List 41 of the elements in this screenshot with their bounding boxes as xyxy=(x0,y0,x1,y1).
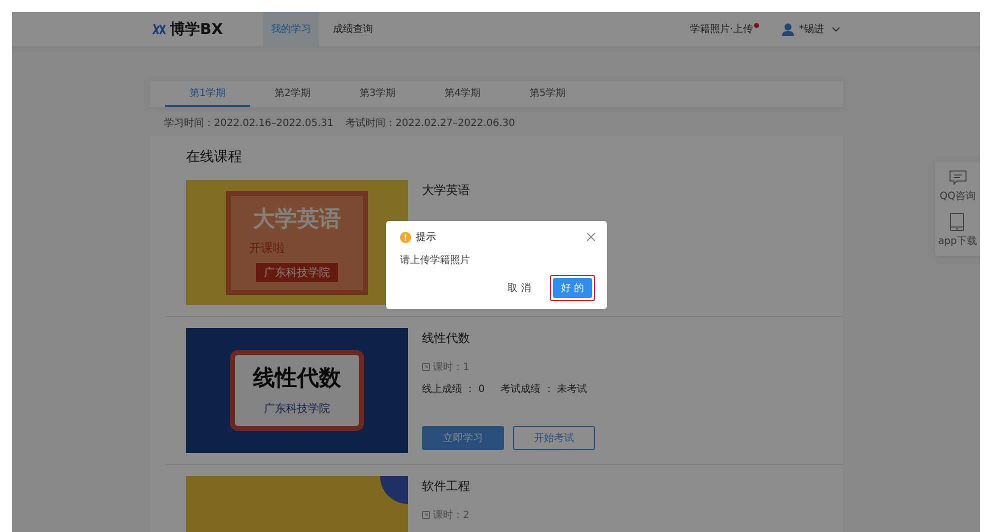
chat-icon xyxy=(948,170,966,186)
term-tab[interactable]: 第3学期 xyxy=(335,81,420,107)
clock-icon xyxy=(422,363,430,371)
term-tab[interactable]: 第5学期 xyxy=(505,81,590,107)
lesson-count: 课时：2 xyxy=(433,508,470,522)
course-title: 大学英语 xyxy=(422,182,471,199)
nav-tab[interactable]: 成绩查询 xyxy=(325,12,381,46)
exam-button[interactable]: 开始考试 xyxy=(513,426,595,450)
dialog-message: 请上传学籍照片 xyxy=(400,254,471,267)
score-text: 考试成绩 ： 未考试 xyxy=(500,382,588,396)
term-tab[interactable]: 第1学期 xyxy=(165,81,250,107)
study-button[interactable]: 立即学习 xyxy=(422,426,504,450)
lesson-count: 课时：1 xyxy=(433,360,470,374)
clock-icon xyxy=(422,511,430,519)
side-tool-link[interactable]: QQ咨询 xyxy=(940,170,976,203)
cover-title: 线性代数 xyxy=(253,365,341,393)
close-icon[interactable] xyxy=(587,233,595,241)
logo-text: 博学BX xyxy=(170,20,223,38)
nav-tab[interactable]: 我的学习 xyxy=(263,12,319,46)
date-range: 考试时间：2022.02.27–2022.06.30 xyxy=(346,116,516,130)
cover-title: 大学英语 xyxy=(253,206,341,234)
side-tool-link[interactable]: app下载 xyxy=(938,213,977,248)
term-tab[interactable]: 第4学期 xyxy=(420,81,505,107)
course-title: 软件工程 xyxy=(422,478,471,495)
avatar-icon[interactable] xyxy=(781,22,795,36)
score-text: 线上成绩 ： 0 xyxy=(422,382,485,396)
date-range: 学习时间：2022.02.16–2022.05.31 xyxy=(164,116,334,130)
term-tab[interactable]: 第2学期 xyxy=(250,81,335,107)
course-title: 线性代数 xyxy=(422,330,471,347)
section-title: 在线课程 xyxy=(186,148,243,166)
cancel-button[interactable]: 取 消 xyxy=(500,278,539,298)
dialog-title: 提示 xyxy=(416,231,436,244)
cover-school: 广东科技学院 xyxy=(256,262,338,282)
logo-icon xyxy=(152,22,166,36)
user-name[interactable]: *锡进 xyxy=(799,22,824,36)
cover-school: 广东科技学院 xyxy=(263,401,331,417)
confirm-button[interactable]: 好 的 xyxy=(552,278,592,298)
chevron-down-icon[interactable] xyxy=(832,26,840,32)
upload-photo-link[interactable]: 学籍照片·上传 xyxy=(690,22,753,36)
tablet-icon xyxy=(950,213,964,231)
warning-icon xyxy=(400,232,411,242)
